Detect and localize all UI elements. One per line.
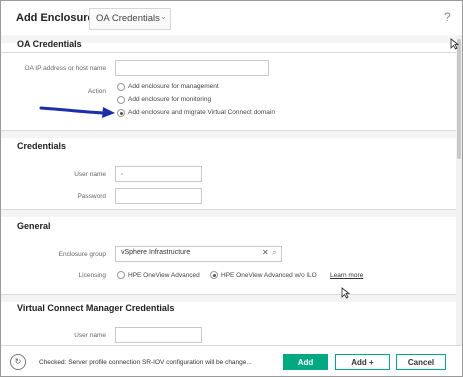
form-body: OA Credentials OA IP address or host nam… [1, 35, 456, 345]
section-divider [1, 209, 456, 217]
section-rule [1, 294, 456, 295]
action-option-label: Add enclosure for management [128, 83, 219, 90]
section-title-general: General [17, 221, 51, 231]
section-rule [1, 52, 456, 53]
dialog-header: Add Enclosure OA Credentials ⌄ ? [1, 1, 462, 35]
annotation-arrow-icon [39, 106, 115, 118]
dialog-footer: ↻ Checked: Server profile connection SR-… [1, 345, 462, 376]
vc-username-label: User name [74, 332, 106, 339]
add-plus-button[interactable]: Add + [335, 354, 390, 370]
section-rule [1, 130, 456, 131]
action-option-label: Add enclosure and migrate Virtual Connec… [128, 109, 275, 116]
status-message: Checked: Server profile connection SR-IO… [39, 359, 252, 366]
status-info-icon[interactable]: ↻ [10, 354, 26, 370]
section-rule [1, 209, 456, 210]
view-selector-label: OA Credentials [96, 13, 160, 24]
view-selector[interactable]: OA Credentials ⌄ [89, 8, 171, 30]
help-icon[interactable]: ? [444, 10, 451, 24]
action-label: Action [87, 88, 106, 95]
chevron-down-icon: ⌄ [160, 12, 167, 21]
dialog-title: Add Enclosure [16, 12, 94, 24]
enclosure-group-select[interactable]: vSphere Infrastructure ✕ ⌕ [115, 246, 282, 262]
cancel-button[interactable]: Cancel [396, 354, 446, 370]
action-option-label: Add enclosure for monitoring [128, 96, 212, 103]
licensing-radio-advanced-no-ilo[interactable] [210, 271, 218, 279]
password-label: Password [77, 193, 106, 200]
section-divider [1, 294, 456, 302]
licensing-option-label: HPE OneView Advanced w/o iLO [221, 272, 317, 279]
add-enclosure-dialog: Add Enclosure OA Credentials ⌄ ? OA Cred… [0, 0, 463, 377]
mouse-cursor-icon [341, 287, 350, 299]
licensing-label: Licensing [78, 272, 106, 279]
licensing-option-label: HPE OneView Advanced [128, 272, 200, 279]
section-divider [1, 130, 456, 138]
enclosure-group-label: Enclosure group [58, 251, 106, 258]
clear-icon[interactable]: ✕ [262, 248, 269, 257]
learn-more-link[interactable]: Learn more [330, 272, 363, 279]
mouse-cursor-icon [450, 38, 459, 50]
add-button[interactable]: Add [283, 354, 328, 370]
oa-ip-input[interactable] [115, 60, 269, 76]
search-icon[interactable]: ⌕ [272, 248, 276, 258]
licensing-radio-advanced[interactable] [117, 271, 125, 279]
username-label: User name [74, 171, 106, 178]
vc-username-input[interactable] [115, 327, 202, 343]
section-title-vc-manager: Virtual Connect Manager Credentials [17, 303, 175, 313]
password-input[interactable] [115, 188, 202, 204]
username-input[interactable]: , [115, 166, 202, 182]
scrollbar-thumb[interactable] [457, 39, 461, 159]
action-radio-management[interactable] [117, 83, 125, 91]
section-title-credentials: Credentials [17, 141, 67, 151]
section-title-oa-credentials: OA Credentials [17, 39, 82, 49]
ip-label: OA IP address or host name [24, 65, 106, 72]
